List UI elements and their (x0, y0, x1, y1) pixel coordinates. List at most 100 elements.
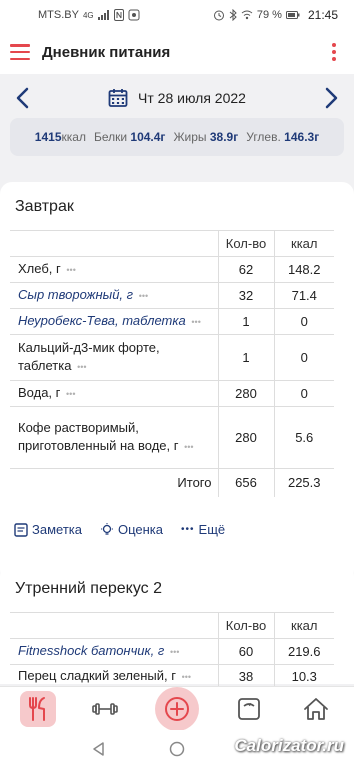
col-kcal-header: ккал (273, 612, 334, 639)
food-qty: 62 (217, 256, 274, 283)
meal-actions: Заметка Оценка ••• Ещё (14, 522, 225, 537)
food-name: Кофе растворимый, приготовленный на воде… (18, 420, 179, 454)
nfc-icon (113, 9, 124, 21)
menu-icon[interactable] (10, 44, 30, 60)
summary-kcal: 1415ккал (34, 130, 86, 144)
food-kcal: 148.2 (273, 256, 334, 283)
table-row[interactable]: Кальций-д3-мик форте, таблетка ••• 1 0 (10, 334, 334, 381)
note-button[interactable]: Заметка (14, 522, 82, 537)
previous-day-icon[interactable] (12, 86, 34, 110)
more-actions-button[interactable]: ••• Ещё (181, 522, 225, 537)
total-row: Итого 656 225.3 (10, 468, 334, 497)
add-entry-button[interactable] (154, 686, 199, 731)
signal-icon (97, 10, 109, 20)
summary-protein: Белки 104.4г (93, 130, 166, 144)
home-circle-icon[interactable] (169, 741, 185, 757)
food-qty: 60 (217, 638, 274, 665)
meal-title: Утренний перекус 2 (15, 580, 162, 597)
more-icon[interactable]: ••• (170, 647, 179, 657)
col-qty-header: Кол-во (217, 612, 274, 639)
dots-icon: ••• (181, 524, 195, 535)
food-qty: 32 (217, 282, 274, 309)
food-table: Кол-во ккал Хлеб, г ••• 62 148.2 Сыр тво… (10, 230, 334, 497)
clock: 21:45 (307, 8, 338, 22)
more-options-icon[interactable] (332, 43, 336, 61)
rating-button[interactable]: Оценка (100, 522, 163, 537)
fork-knife-icon (28, 696, 45, 721)
table-row[interactable]: Перец сладкий зеленый, г ••• 38 10.3 (10, 664, 334, 689)
food-kcal: 219.6 (273, 638, 334, 665)
plus-circle-icon (164, 696, 189, 721)
table-row[interactable]: Кофе растворимый, приготовленный на воде… (10, 406, 334, 469)
nav-home[interactable] (298, 691, 334, 727)
table-row[interactable]: Fitnesshock батончик, г ••• 60 219.6 (10, 638, 334, 665)
more-icon[interactable]: ••• (184, 442, 193, 452)
food-table: Кол-во ккал Fitnesshock батончик, г ••• … (10, 612, 334, 689)
alarm-icon (213, 10, 224, 21)
nav-activity[interactable] (87, 691, 123, 727)
meal-card-breakfast: Завтрак Кол-во ккал Хлеб, г ••• 62 148.2… (0, 182, 354, 582)
back-icon[interactable] (92, 742, 106, 756)
bottom-navigation (0, 686, 354, 731)
scale-icon (237, 697, 260, 720)
wifi-icon (241, 10, 253, 20)
more-icon[interactable]: ••• (182, 672, 191, 682)
total-label: Итого (177, 475, 212, 491)
table-row[interactable]: Хлеб, г ••• 62 148.2 (10, 256, 334, 283)
nav-food-diary[interactable] (19, 690, 56, 727)
food-name: Перец сладкий зеленый, г (18, 668, 176, 684)
calendar-icon (108, 89, 128, 107)
food-kcal: 5.6 (273, 406, 334, 469)
food-qty: 1 (217, 308, 274, 335)
food-name: Кальций-д3-мик форте, таблетка (18, 340, 160, 374)
more-icon[interactable]: ••• (66, 265, 75, 275)
food-kcal: 0 (273, 334, 334, 381)
date-navigation: Чт 28 июля 2022 (0, 80, 354, 116)
total-qty: 656 (217, 468, 274, 497)
next-day-icon[interactable] (320, 86, 342, 110)
table-row[interactable]: Неуробекс-Тева, таблетка ••• 1 0 (10, 308, 334, 335)
more-icon[interactable]: ••• (191, 317, 200, 327)
system-navigation-bar: Calorizator.ru (0, 730, 354, 768)
status-bar: MTS.BY 4G 79 % 21:45 (0, 0, 354, 30)
note-icon (14, 522, 28, 537)
carrier-label: MTS.BY (38, 9, 79, 21)
more-icon[interactable]: ••• (139, 291, 148, 301)
food-qty: 38 (217, 664, 274, 689)
food-kcal: 0 (273, 308, 334, 335)
col-kcal-header: ккал (273, 230, 334, 257)
food-qty: 280 (217, 380, 274, 407)
food-kcal: 10.3 (273, 664, 334, 689)
meal-title: Завтрак (15, 198, 74, 215)
nav-weight[interactable] (231, 691, 267, 727)
network-label: 4G (82, 10, 94, 20)
lightbulb-icon (100, 522, 113, 535)
food-name: Хлеб, г (18, 261, 61, 277)
app-title: Дневник питания (42, 43, 171, 61)
more-icon[interactable]: ••• (77, 362, 86, 372)
current-date: Чт 28 июля 2022 (138, 90, 246, 106)
table-header: Кол-во ккал (10, 612, 334, 639)
col-qty-header: Кол-во (217, 230, 274, 257)
food-name: Fitnesshock батончик, г (18, 643, 165, 659)
total-kcal: 225.3 (273, 468, 334, 497)
food-kcal: 71.4 (273, 282, 334, 309)
battery-label: 79 % (256, 9, 282, 21)
food-name: Вода, г (18, 385, 61, 401)
more-icon[interactable]: ••• (66, 389, 75, 399)
table-row[interactable]: Сыр творожный, г ••• 32 71.4 (10, 282, 334, 309)
bluetooth-icon (229, 9, 237, 21)
table-header: Кол-во ккал (10, 230, 334, 257)
food-qty: 280 (217, 406, 274, 469)
meal-card-morning-snack: Утренний перекус 2 Кол-во ккал Fitnessho… (0, 564, 354, 689)
daily-summary[interactable]: 1415ккал Белки 104.4г Жиры 38.9г Углев. … (10, 118, 344, 156)
table-row[interactable]: Вода, г ••• 280 0 (10, 380, 334, 407)
summary-fat: Жиры 38.9г (173, 130, 239, 144)
date-picker[interactable]: Чт 28 июля 2022 (108, 88, 246, 108)
summary-carbs: Углев. 146.3г (246, 130, 320, 144)
food-name: Сыр творожный, г (18, 287, 134, 303)
app-bar: Дневник питания (0, 30, 354, 74)
notification-icon (128, 9, 140, 21)
food-kcal: 0 (273, 380, 334, 407)
dumbbell-icon (92, 702, 119, 715)
